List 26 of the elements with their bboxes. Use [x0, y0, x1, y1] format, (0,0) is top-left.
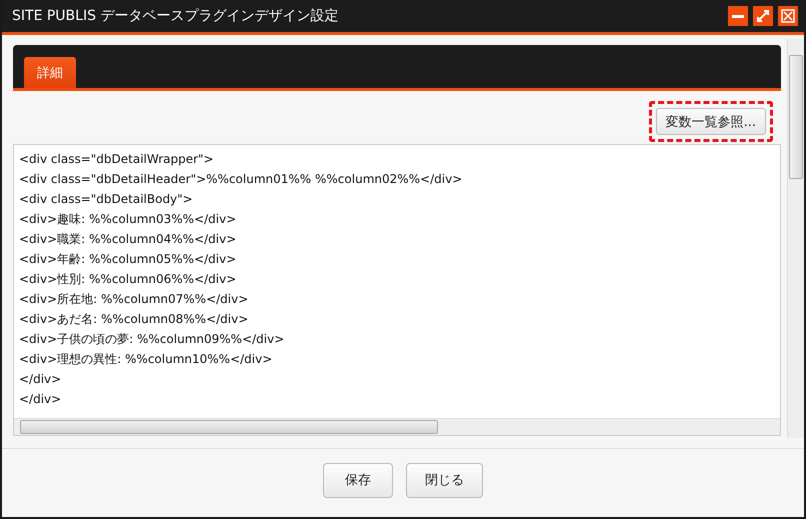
- close-button[interactable]: [778, 6, 798, 26]
- close-icon: [781, 9, 795, 23]
- code-line: <div>子供の頃の夢: %%column09%%</div>: [19, 331, 286, 348]
- code-line: <div>性別: %%column06%%</div>: [19, 271, 238, 288]
- window-title: SITE PUBLIS データベースプラグインデザイン設定: [12, 7, 340, 25]
- expand-icon: [756, 9, 770, 23]
- footer-button[interactable]: 閉じる: [406, 462, 483, 498]
- code-line: <div class="dbDetailBody">: [19, 191, 194, 208]
- minimize-button[interactable]: [728, 6, 748, 26]
- code-line: <div>あだ名: %%column08%%</div>: [19, 311, 250, 328]
- code-line: <div>職業: %%column04%%</div>: [19, 231, 238, 248]
- code-line: <div class="dbDetailHeader">%%column01%% %%column02%%</div>: [19, 171, 464, 188]
- code-line: <div>年齢: %%column05%%</div>: [19, 251, 238, 268]
- code-line: <div>所在地: %%column07%%</div>: [19, 291, 250, 308]
- code-line: </div>: [19, 391, 62, 408]
- footer-button[interactable]: 保存: [323, 462, 393, 498]
- maximize-button[interactable]: [753, 6, 773, 26]
- vertical-scrollbar[interactable]: [787, 39, 804, 438]
- code-line: <div class="dbDetailWrapper">: [19, 151, 215, 168]
- code-line: <div>趣味: %%column03%%</div>: [19, 211, 238, 228]
- code-editor[interactable]: [13, 144, 781, 436]
- code-line: </div>: [19, 371, 62, 388]
- variables-button[interactable]: 変数一覧参照...: [656, 108, 766, 135]
- code-line: <div>理想の異性: %%column10%%</div>: [19, 351, 274, 368]
- tab[interactable]: 詳細: [24, 57, 76, 88]
- horizontal-scrollbar[interactable]: [14, 418, 780, 435]
